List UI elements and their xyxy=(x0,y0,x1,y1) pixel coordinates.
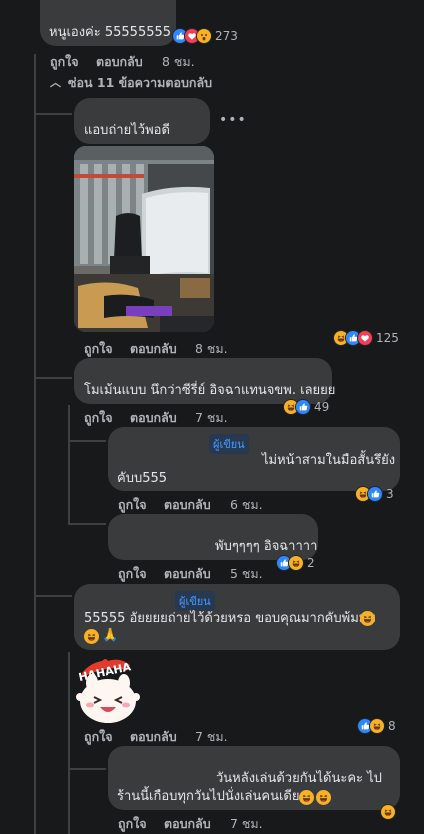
wow-reaction-icon xyxy=(196,28,212,44)
reply-text: แอบถ่ายไว้พอดี xyxy=(84,123,170,138)
reply-button[interactable]: ตอบกลับ xyxy=(164,495,211,515)
sweat-smile-emoji-icon xyxy=(299,790,314,805)
reaction-count: 273 xyxy=(215,29,238,43)
reply-button[interactable]: ตอบกลับ xyxy=(130,339,177,359)
like-button[interactable]: ถูกใจ xyxy=(84,408,113,428)
reply-reactions[interactable]: 2 xyxy=(276,554,315,572)
timestamp[interactable]: 7 ชม. xyxy=(230,814,263,834)
folded-hands-emoji-icon: 🙏 xyxy=(102,628,119,643)
reaction-count: 3 xyxy=(386,487,394,501)
rofl-emoji-icon xyxy=(316,790,331,805)
reaction-count: 8 xyxy=(388,719,396,733)
grinning-emoji-icon xyxy=(360,611,375,626)
reply-button[interactable]: ตอบกลับ xyxy=(164,564,211,584)
reply-button[interactable]: ตอบกลับ xyxy=(164,814,211,834)
hide-replies-link[interactable]: ซ่อน 11 ข้อความตอบกลับ xyxy=(68,73,212,93)
thread-branch xyxy=(70,440,106,442)
attached-photo[interactable] xyxy=(74,146,214,332)
more-options-icon[interactable]: ••• xyxy=(219,112,247,128)
reply-text: ร้านนี้เกือบทุกวันไปนั่งเล่นคนเดียว xyxy=(117,789,307,804)
reaction-count: 2 xyxy=(307,556,315,570)
haha-reaction-icon xyxy=(369,718,385,734)
author-badge: ผู้เขียน xyxy=(209,434,249,454)
thread-branch xyxy=(36,377,72,379)
timestamp[interactable]: 5 ชม. xyxy=(230,564,263,584)
reply-text: คับบ555 xyxy=(117,471,168,486)
like-button[interactable]: ถูกใจ xyxy=(118,564,147,584)
reply-text: ไม่หน้าสามในมือสั้นรึยัง xyxy=(262,453,396,468)
timestamp[interactable]: 7 ชม. xyxy=(195,408,228,428)
haha-sticker[interactable]: HAHAHA xyxy=(72,653,144,727)
thread-line-main xyxy=(34,54,36,834)
thread-branch xyxy=(70,768,106,770)
haha-reaction-icon xyxy=(288,555,304,571)
reaction-count: 49 xyxy=(314,400,330,414)
reply-reactions[interactable] xyxy=(380,803,396,821)
timestamp[interactable]: 6 ชม. xyxy=(230,495,263,515)
timestamp[interactable]: 8 ชม. xyxy=(195,339,228,359)
timestamp[interactable]: 8 ชม. xyxy=(162,52,195,72)
thread-line-reply3 xyxy=(68,652,70,834)
reply-text: 55555 อัยยยยถ่ายไว้ด้วยหรอ ขอบคุณมากคับพ… xyxy=(84,611,376,626)
like-button[interactable]: ถูกใจ xyxy=(50,52,79,72)
timestamp[interactable]: 7 ชม. xyxy=(195,727,228,747)
top-comment-text: หนูเองค่ะ 55555555 xyxy=(49,25,172,40)
like-button[interactable]: ถูกใจ xyxy=(84,727,113,747)
love-reaction-icon xyxy=(357,330,373,346)
haha-reaction-icon xyxy=(380,804,396,820)
reply-button[interactable]: ตอบกลับ xyxy=(96,52,143,72)
reaction-count: 125 xyxy=(376,331,399,345)
like-button[interactable]: ถูกใจ xyxy=(84,339,113,359)
reply-button[interactable]: ตอบกลับ xyxy=(130,408,177,428)
thread-branch xyxy=(70,523,106,525)
top-comment-reactions[interactable]: 273 xyxy=(172,27,238,45)
reply-reactions[interactable]: 49 xyxy=(283,398,329,416)
author-badge: ผู้เขียน xyxy=(175,591,215,611)
reply-text: วันหลังเล่นด้วยกันได้นะคะ ไป xyxy=(216,771,382,786)
thread-line-reply2 xyxy=(68,405,70,525)
thread-branch xyxy=(36,595,72,597)
like-button[interactable]: ถูกใจ xyxy=(118,495,147,515)
thread-branch xyxy=(36,113,72,115)
like-reaction-icon xyxy=(367,486,383,502)
reply-button[interactable]: ตอบกลับ xyxy=(130,727,177,747)
chevron-up-icon[interactable]: ︿ xyxy=(50,74,61,90)
grinning-emoji-icon xyxy=(84,629,99,644)
reply-reactions[interactable]: 3 xyxy=(355,485,394,503)
reply-reactions[interactable]: 125 xyxy=(333,329,399,347)
like-reaction-icon xyxy=(295,399,311,415)
like-button[interactable]: ถูกใจ xyxy=(118,814,147,834)
reply-reactions[interactable]: 8 xyxy=(357,717,396,735)
